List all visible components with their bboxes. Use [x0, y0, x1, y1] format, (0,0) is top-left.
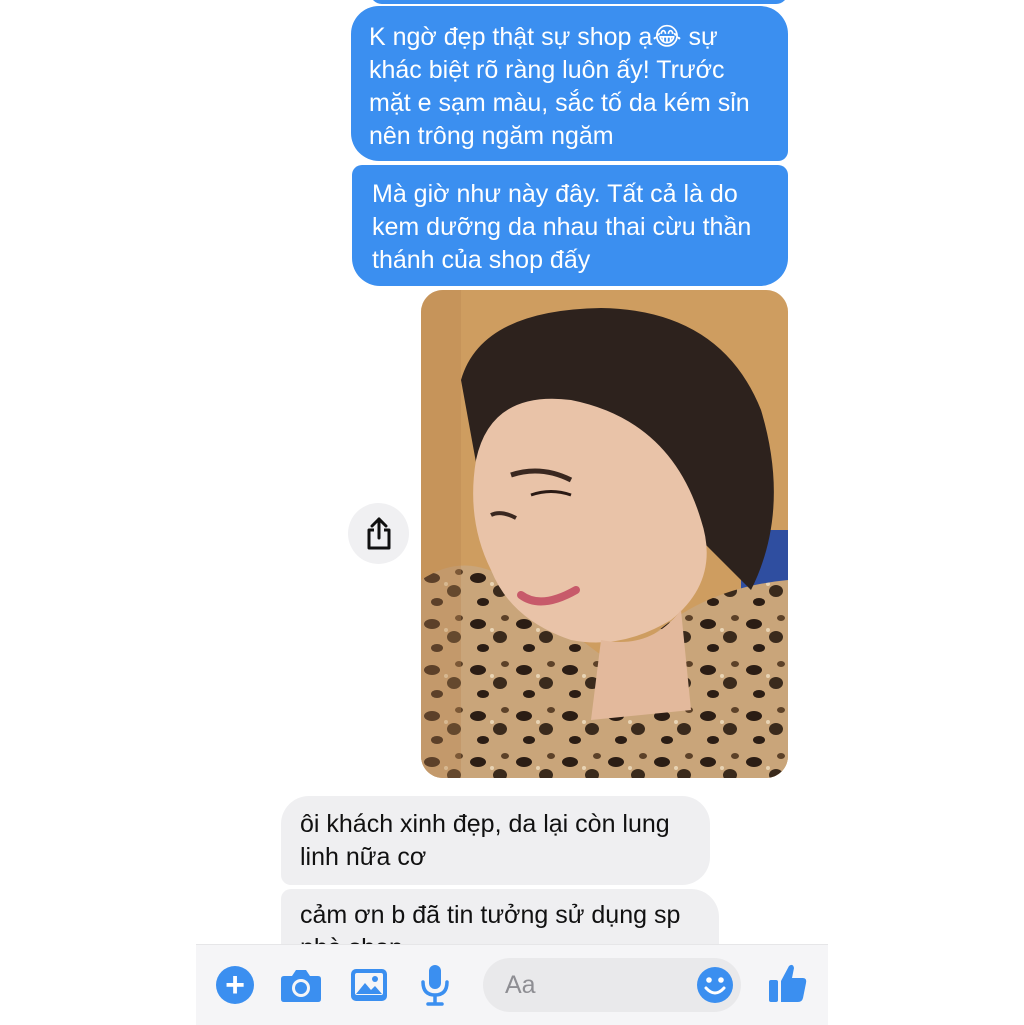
sent-message-bubble[interactable]: Mà giờ như này đây. Tất cả là do kem dưỡ…	[352, 165, 788, 286]
thumbs-up-icon[interactable]	[768, 961, 808, 1005]
share-icon	[367, 517, 390, 549]
sent-photo[interactable]	[421, 290, 788, 778]
previous-message-bubble[interactable]	[370, 0, 788, 4]
camera-icon[interactable]	[280, 965, 322, 1005]
sent-message-bubble[interactable]: K ngờ đẹp thật sự shop ạ😂 sự khác biệt r…	[351, 6, 788, 161]
mic-icon[interactable]	[418, 963, 452, 1007]
received-message-bubble[interactable]: ôi khách xinh đẹp, da lại còn lung linh …	[281, 796, 710, 885]
share-button[interactable]	[348, 503, 409, 564]
smile-icon[interactable]	[696, 966, 734, 1004]
message-composer: + Aa	[196, 944, 828, 1025]
plus-icon[interactable]: +	[216, 966, 254, 1004]
photo-icon[interactable]	[349, 965, 389, 1005]
